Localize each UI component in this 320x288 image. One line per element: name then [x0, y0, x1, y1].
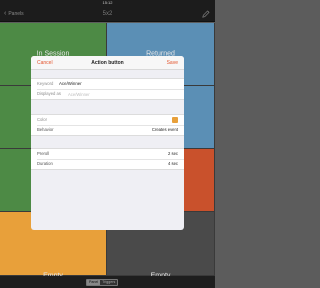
duration-label: Duration: [37, 161, 53, 166]
cancel-button[interactable]: Cancel: [37, 56, 53, 70]
pencil-icon[interactable]: [202, 10, 210, 18]
navigation-bar: ‹ Panels 5x2: [0, 6, 215, 22]
keyword-value[interactable]: Ace/Winner: [59, 79, 82, 89]
duration-value: 4 sec: [167, 161, 178, 166]
chevron-left-icon: ‹: [4, 10, 7, 17]
bottom-toolbar: Panel Triggers: [0, 276, 215, 288]
segment-triggers[interactable]: Triggers: [100, 280, 118, 285]
behavior-row[interactable]: Behavior Creates event: [31, 125, 184, 135]
keyword-row[interactable]: Keyword Ace/Winner: [31, 79, 184, 89]
back-button[interactable]: ‹ Panels: [4, 6, 24, 22]
preroll-label: Preroll: [37, 151, 50, 156]
keyword-label: Keyword: [37, 81, 54, 86]
color-swatch[interactable]: [172, 117, 178, 123]
displayed-as-input[interactable]: [68, 91, 168, 97]
segment-panel[interactable]: Panel: [87, 280, 101, 285]
preroll-row[interactable]: Preroll 2 sec: [31, 149, 184, 159]
action-button-dialog: Cancel Action button Save Keyword Ace/Wi…: [31, 56, 184, 230]
keyword-group: Keyword Ace/Winner Displayed as: [31, 78, 184, 100]
color-row[interactable]: Color: [31, 115, 184, 125]
dialog-header: Cancel Action button Save: [31, 56, 184, 70]
save-button[interactable]: Save: [167, 56, 178, 70]
mode-segmented-control: Panel Triggers: [86, 279, 119, 286]
dialog-title: Action button: [91, 60, 124, 66]
back-button-label: Panels: [8, 11, 24, 17]
appearance-group: Color Behavior Creates event: [31, 114, 184, 136]
page-title: 5x2: [102, 11, 113, 17]
behavior-label: Behavior: [37, 127, 54, 132]
preroll-value: 2 sec: [167, 151, 178, 156]
duration-row[interactable]: Duration 4 sec: [31, 159, 184, 169]
behavior-value: Creates event: [151, 127, 178, 132]
ipad-screen: 15:12 ‹ Panels 5x2 In Session Returned E…: [0, 0, 215, 288]
displayed-as-label: Displayed as: [37, 91, 61, 96]
displayed-as-row: Displayed as: [31, 89, 184, 99]
timing-group: Preroll 2 sec Duration 4 sec: [31, 148, 184, 170]
color-label: Color: [37, 117, 48, 122]
